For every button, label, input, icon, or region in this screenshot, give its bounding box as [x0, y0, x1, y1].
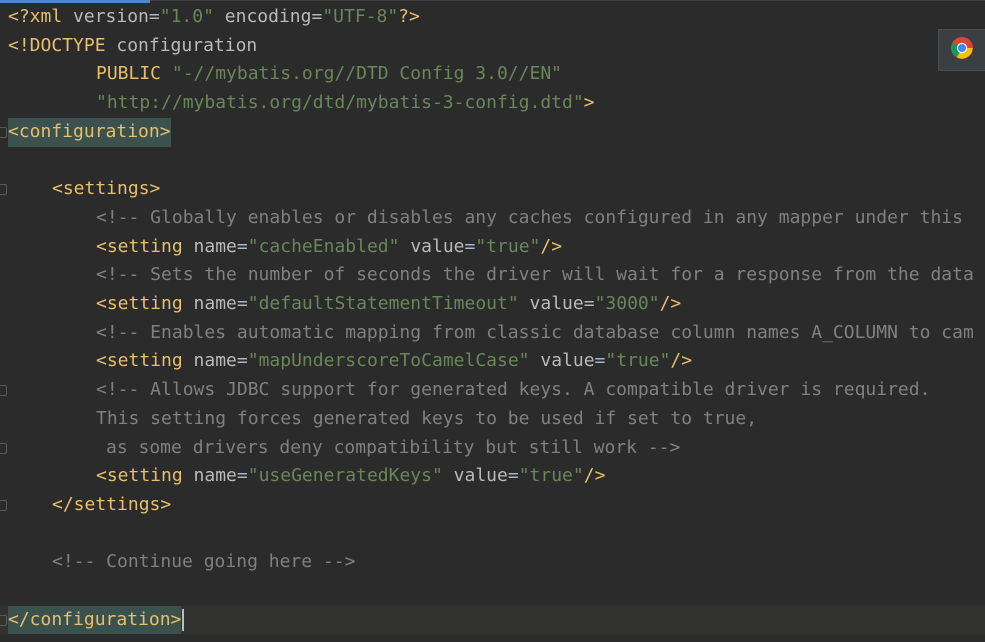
- code-token: encoding: [224, 6, 312, 27]
- code-line[interactable]: PUBLIC "-//mybatis.org//DTD Config 3.0//…: [0, 60, 562, 89]
- code-token: value: [453, 465, 508, 487]
- code-token: name: [193, 350, 237, 372]
- code-line[interactable]: <!-- Enables automatic mapping from clas…: [0, 319, 974, 348]
- code-token: "true": [475, 235, 541, 257]
- code-token: />: [540, 235, 563, 257]
- code-line[interactable]: "http://mybatis.org/dtd/mybatis-3-config…: [0, 89, 595, 118]
- code-token: =: [594, 350, 606, 372]
- code-token: =: [236, 465, 248, 487]
- fold-marker[interactable]: [0, 615, 7, 626]
- code-line[interactable]: <?xml version="1.0" encoding="UTF-8"?>: [0, 3, 420, 32]
- code-token: "true": [518, 465, 584, 487]
- code-line[interactable]: <!-- Continue going here -->: [0, 548, 355, 577]
- code-token: </configuration>: [8, 608, 182, 630]
- editor-top-border: [150, 0, 985, 1]
- code-token: =: [236, 293, 248, 314]
- code-token: "defaultStatementTimeout": [247, 293, 519, 314]
- code-token: <setting: [96, 235, 194, 257]
- code-token: name: [193, 235, 237, 257]
- code-token: "UTF-8": [322, 6, 399, 27]
- code-token: <?xml: [8, 6, 74, 27]
- code-line[interactable]: <setting name="cacheEnabled" value="true…: [0, 233, 562, 262]
- code-token: PUBLIC: [96, 63, 172, 85]
- code-line[interactable]: <!-- Sets the number of seconds the driv…: [0, 261, 974, 290]
- open-in-chrome-button[interactable]: [938, 29, 985, 71]
- code-token: <setting: [96, 293, 194, 314]
- matched-tag-highlight: <configuration>: [8, 117, 171, 147]
- code-token: "true": [605, 350, 671, 372]
- code-line[interactable]: <setting name="mapUnderscoreToCamelCase"…: [0, 347, 692, 376]
- code-token: configuration: [116, 34, 258, 56]
- code-token: =: [236, 235, 248, 257]
- code-token: "1.0": [159, 6, 214, 27]
- code-line[interactable]: </configuration>: [0, 605, 985, 635]
- code-token: <!-- Continue going here -->: [52, 551, 356, 573]
- code-token: version: [73, 6, 149, 27]
- code-token: />: [583, 465, 606, 487]
- code-token: =: [236, 350, 248, 372]
- fold-marker[interactable]: [0, 500, 7, 511]
- code-token: <!-- Sets the number of seconds the driv…: [96, 264, 974, 286]
- code-line[interactable]: <configuration>: [0, 117, 171, 147]
- code-token: ?>: [398, 6, 420, 27]
- code-line[interactable]: <!DOCTYPE configuration: [0, 32, 257, 61]
- code-token: <configuration>: [8, 120, 171, 142]
- code-token: value: [540, 350, 595, 372]
- code-line[interactable]: </settings>: [0, 491, 171, 520]
- code-line[interactable]: <setting name="defaultStatementTimeout" …: [0, 290, 681, 319]
- code-token: This setting forces generated keys to be…: [96, 407, 758, 429]
- code-token: "-//mybatis.org//DTD Config 3.0//EN": [171, 63, 562, 85]
- code-token: <!-- Allows JDBC support for generated k…: [96, 379, 931, 401]
- chrome-icon: [950, 36, 974, 65]
- code-token: =: [583, 293, 595, 314]
- code-token: "3000": [594, 293, 660, 314]
- code-line[interactable]: <!-- Globally enables or disables any ca…: [0, 204, 963, 233]
- code-token: </settings>: [52, 493, 172, 515]
- fold-marker[interactable]: [0, 127, 7, 138]
- code-token: />: [659, 293, 682, 314]
- code-token: <!-- Globally enables or disables any ca…: [96, 206, 963, 228]
- code-line[interactable]: This setting forces generated keys to be…: [0, 405, 757, 434]
- text-caret: [182, 608, 185, 631]
- code-token: as some drivers deny compatibility but s…: [106, 436, 681, 458]
- code-line[interactable]: [0, 520, 8, 549]
- fold-marker[interactable]: [0, 443, 7, 454]
- code-line[interactable]: <settings>: [0, 175, 160, 204]
- fold-marker[interactable]: [0, 184, 7, 195]
- code-token: "http://mybatis.org/dtd/mybatis-3-config…: [96, 92, 584, 114]
- code-token: >: [583, 92, 595, 114]
- code-token: />: [670, 350, 693, 372]
- code-token: =: [464, 235, 476, 257]
- code-token: "useGeneratedKeys": [247, 465, 443, 487]
- code-line[interactable]: as some drivers deny compatibility but s…: [0, 434, 680, 463]
- matched-tag-highlight: </configuration>: [8, 605, 182, 635]
- code-line[interactable]: [0, 577, 8, 606]
- code-line[interactable]: [0, 147, 8, 176]
- code-token: value: [410, 235, 465, 257]
- code-token: name: [193, 465, 237, 487]
- code-token: <settings>: [52, 178, 161, 200]
- code-token: =: [507, 465, 519, 487]
- code-editor[interactable]: <?xml version="1.0" encoding="UTF-8"?> <!…: [0, 0, 985, 642]
- code-token: "cacheEnabled": [247, 235, 400, 257]
- code-line[interactable]: <setting name="useGeneratedKeys" value="…: [0, 462, 605, 491]
- code-token: <setting: [96, 350, 194, 372]
- code-token: =: [311, 6, 323, 27]
- code-token: =: [148, 6, 160, 27]
- code-token: value: [529, 293, 584, 314]
- code-token: <!DOCTYPE: [8, 34, 117, 56]
- fold-marker[interactable]: [0, 385, 7, 396]
- code-token: name: [193, 293, 237, 314]
- code-token: "mapUnderscoreToCamelCase": [247, 350, 530, 372]
- code-line[interactable]: <!-- Allows JDBC support for generated k…: [0, 376, 930, 405]
- code-token: <setting: [96, 465, 194, 487]
- code-token: <!-- Enables automatic mapping from clas…: [96, 321, 974, 343]
